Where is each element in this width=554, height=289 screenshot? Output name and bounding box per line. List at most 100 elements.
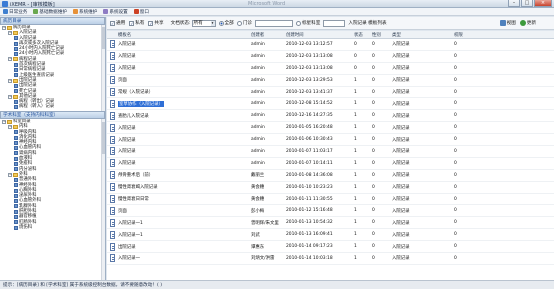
collapse-icon[interactable]: −	[8, 78, 12, 83]
radio-all[interactable]: 全部	[218, 20, 234, 26]
column-header[interactable]: 创建时间	[284, 31, 352, 38]
table-cell: 2010-01-07 10:14:11	[284, 158, 352, 169]
menu-item[interactable]: 基础数据维护	[33, 9, 67, 15]
menu-item[interactable]: 系统维护	[72, 9, 97, 15]
collapse-icon[interactable]: −	[8, 57, 12, 62]
column-header[interactable]: 状态	[352, 31, 370, 38]
minimize-button[interactable]: –	[508, 0, 520, 7]
general-checkbox[interactable]: ✓ 通用	[110, 20, 125, 26]
collapse-icon[interactable]: −	[2, 25, 6, 30]
table-row[interactable]: 入院记录 admin 2010-12-03 13:13:08 0 0 入院记录 0	[107, 63, 554, 75]
maximize-button[interactable]: □	[521, 0, 533, 7]
table-cell: 入院记录	[116, 63, 249, 74]
mark-dept-input[interactable]	[323, 19, 346, 27]
cell-text: 1	[354, 255, 357, 261]
cell-text: 0	[372, 160, 375, 166]
cell-text: 入院记录	[392, 185, 410, 191]
table-cell: 谭惠东	[249, 241, 284, 252]
refresh-button[interactable]: 更新	[519, 20, 536, 26]
cell-text: 入院记录	[118, 137, 136, 143]
table-row[interactable]: 入院记录 admin 2010-01-05 16:20:48 1 0 入院记录 0	[107, 122, 554, 135]
column-header[interactable]: 模板名	[116, 31, 249, 38]
menu-item[interactable]: 系统设置	[103, 9, 128, 15]
column-header[interactable]: 创建者	[249, 31, 284, 38]
table-cell: 彭小梅	[249, 205, 284, 216]
collapse-icon[interactable]: −	[8, 94, 12, 99]
radio-dept[interactable]: 门诊	[236, 20, 252, 26]
close-button[interactable]: ×	[534, 0, 552, 7]
table-row[interactable]: 入院记录 admin 2010-01-07 10:14:11 1 0 入院记录 0	[107, 158, 554, 170]
doc-status-select[interactable]: 所有 ▾	[191, 19, 216, 27]
table-row[interactable]: 常规（入院记录） admin 2010-12-03 13:41:37 1 0 入院记录 0	[107, 87, 554, 99]
collapse-icon[interactable]: −	[8, 172, 12, 177]
radio-mark[interactable]: 标星科室	[295, 20, 320, 26]
column-header[interactable]: 性别	[370, 31, 390, 38]
menu-item[interactable]: 日常业务	[3, 9, 27, 15]
table-cell: 1	[352, 205, 370, 216]
cell-text: 0	[354, 41, 357, 47]
table-row[interactable]: 查胎儿入院记录 admin 2010-12-16 14:27:35 1 0 入院记录 0	[107, 110, 554, 123]
table-row[interactable]: 出院记录 谭惠东 2010-01-14 09:17:23 1 0 入院记录 0	[107, 241, 554, 254]
table-row[interactable]: 入院记录 admin 2010-01-07 11:03:17 1 0 入院记录 0	[107, 146, 554, 158]
table-row[interactable]: 入院记录一1 刘武 2010-01-13 16:09:41 1 0 入院记录 0	[107, 229, 554, 242]
table-row[interactable]: 入院记录 admin 2010-12-03 13:12:57 0 0 入院记录 0	[107, 39, 554, 51]
radio-dept-label: 门诊	[242, 21, 252, 26]
table-cell: 入院记录	[390, 146, 452, 157]
cell-text: 入院记录	[392, 244, 410, 250]
collapse-icon[interactable]: −	[8, 124, 12, 129]
app-icon	[2, 1, 8, 7]
tree-scrollbar[interactable]	[101, 119, 105, 280]
table-cell: 0	[370, 110, 390, 121]
table-cell: 2010-01-11 11:30:55	[284, 194, 352, 205]
cell-text: 0	[372, 137, 375, 143]
table-cell: 1	[352, 194, 370, 205]
table-cell: 入院记录一1	[116, 229, 249, 240]
table-row[interactable]: 慢性肾衰竭入院记录 黄会穗 2010-01-10 10:23:23 1 0 入院记录 0	[107, 182, 554, 194]
table-row[interactable]: 入院记录 admin 2010-12-03 13:13:08 0 0 入院记录 0	[107, 51, 554, 63]
department-tree[interactable]: − 科室目录 − 内科 呼吸内科 消化内科 神经内科 心血管内科 肾病内科 血液科 免疫科 内分泌科 −…	[0, 119, 105, 280]
menu-item[interactable]: 窗口	[133, 9, 149, 15]
table-cell: 0	[452, 253, 552, 264]
cell-text: 0	[372, 255, 375, 261]
cell-text: admin	[251, 89, 265, 95]
view-button[interactable]: 视图	[499, 20, 516, 26]
collapse-icon[interactable]: −	[8, 30, 12, 35]
document-icon	[110, 52, 115, 61]
shared-checkbox[interactable]: ✓ 共享	[148, 20, 164, 26]
cell-text: 2010-12-03 13:41:37	[286, 89, 333, 95]
table-row[interactable]: 慢性肾衰日日常 黄会穗 2010-01-11 11:30:55 1 0 入院记录 0	[107, 194, 554, 206]
tree-scrollbar[interactable]	[101, 25, 105, 111]
table-cell: 慢性肾衰日日常	[116, 194, 249, 205]
table-cell: 入院记录一1	[116, 217, 249, 228]
tree-item[interactable]: 烧伤科	[0, 225, 105, 230]
table-row[interactable]: 室草协作（入院记录） admin 2010-12-08 15:14:52 1 0 入院记录…	[107, 98, 554, 111]
table-row[interactable]: 入院记录一 刘炳文/洪雷 2010-01-14 10:03:18 1 0 入院记录 0	[107, 253, 554, 265]
table-row[interactable]: 入院记录 admin 2010-01-06 10:30:43 1 0 入院记录 0	[107, 134, 554, 147]
private-checkbox[interactable]: ✓ 私有	[129, 20, 144, 26]
record-icon	[14, 151, 18, 156]
record-catalog-tree[interactable]: − 病历目录 − 入院记录 入院记录 再次或多次入院记录 24小时内入院死亡记录 24小时内入…	[0, 25, 105, 111]
table-row[interactable]: 入院记录一1 曾明辉/朱文里 2010-01-13 10:54:32 1 0 入院记录 0	[107, 217, 554, 230]
collapse-icon[interactable]: −	[2, 119, 6, 124]
table-cell: 黄会穗	[249, 194, 284, 205]
cell-text: 0	[372, 196, 375, 202]
dept-input[interactable]	[254, 19, 293, 27]
cell-text: 0	[354, 53, 357, 59]
table-cell: 2010-01-06 10:30:43	[284, 134, 352, 145]
record-icon	[14, 68, 18, 73]
cell-text: 页面	[118, 78, 127, 84]
tree-item[interactable]: 病程（转入）记录	[0, 104, 105, 109]
column-header[interactable]: 类型	[390, 31, 452, 38]
left-pane: 病历目录 − 病历目录 − 入院记录 入院记录 再次或多次入院记录 24小时内入院死亡记录 2…	[0, 17, 106, 280]
table-cell: 0	[452, 63, 552, 74]
table-cell: 0	[452, 39, 552, 50]
table-row[interactable]: 颅骨重术后（前） 戴丽兰 2010-01-08 14:36:08 1 0 入院记录 0	[107, 170, 554, 182]
column-header[interactable]: 权限	[452, 31, 552, 38]
table-row[interactable]: 页面 彭小梅 2010-01-12 15:16:48 1 0 入院记录 0	[107, 205, 554, 218]
cell-text: 入院记录	[392, 161, 410, 167]
cell-text: admin	[251, 148, 265, 154]
refresh-label: 更新	[526, 21, 536, 26]
table-cell: 0	[352, 51, 370, 62]
table-cell: 入院记录	[390, 122, 452, 133]
table-row[interactable]: 页面 admin 2010-12-03 13:29:53 1 0 入院记录 0	[107, 75, 554, 87]
